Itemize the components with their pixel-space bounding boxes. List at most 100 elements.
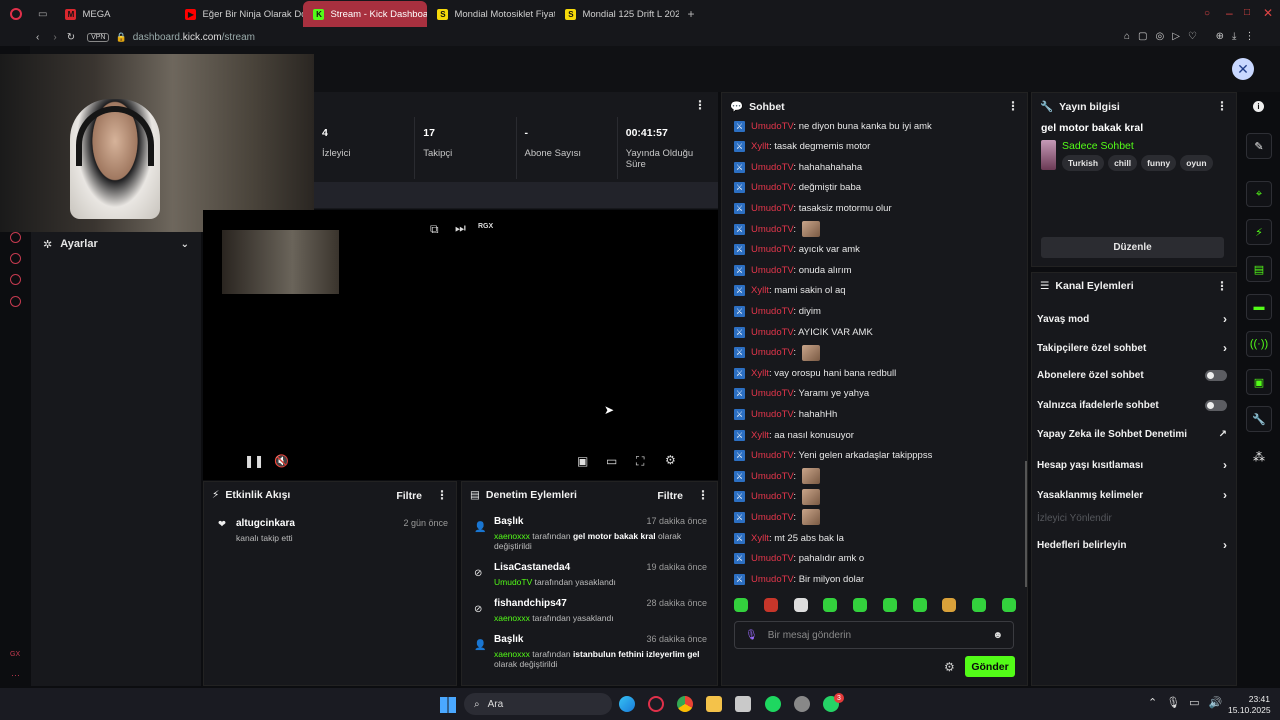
folder-icon[interactable] — [706, 696, 722, 712]
tab-islands-icon[interactable]: ▭ — [38, 9, 47, 20]
chat-message[interactable]: ⚔ UmudoTV: değmiştir baba — [734, 178, 861, 198]
channel-action-row[interactable]: Hedefleri belirleyin › — [1037, 538, 1227, 552]
player-settings-icon[interactable]: ⚙ — [665, 453, 676, 467]
vpn-badge[interactable]: VPN — [87, 32, 110, 42]
channel-action-row[interactable]: Hesap yaşı kısıtlaması › — [1037, 458, 1227, 472]
chat-username[interactable]: UmudoTV — [751, 347, 793, 358]
channel-actions-menu-icon[interactable]: ⋮ — [1216, 279, 1228, 293]
popout-icon[interactable]: ⧉ — [430, 222, 439, 237]
channel-action-row[interactable]: Yasaklanmış kelimeler › — [1037, 488, 1227, 502]
taskbar-search[interactable]: ⌕ Ara — [464, 693, 612, 715]
moderation-item[interactable]: 👤 Başlık 17 dakika önce xaenoxxx tarafından… — [474, 516, 707, 554]
settings-app-icon[interactable] — [794, 696, 810, 712]
gx-icon[interactable]: GX — [10, 651, 20, 658]
emote-icon[interactable] — [882, 598, 897, 612]
chat-message[interactable]: ⚔ UmudoTV: Yaramı ye yahya — [734, 384, 869, 404]
toggle-switch[interactable] — [1205, 370, 1227, 381]
stream-tag[interactable]: oyun — [1180, 155, 1213, 171]
chevron-right-icon[interactable]: › — [1223, 312, 1227, 326]
stats-menu-icon[interactable]: ⋮ — [694, 98, 706, 112]
emoji-picker-icon[interactable]: ☻ — [992, 630, 1003, 641]
opera-gx-icon[interactable] — [648, 696, 664, 712]
info-icon[interactable]: i — [1253, 101, 1264, 112]
moderation-item[interactable]: ⊘ fishandchips47 28 dakika önce xaenoxxx ta… — [474, 598, 707, 626]
chat-message[interactable]: ⚔ UmudoTV: — [734, 466, 821, 486]
url-field[interactable]: dashboard.kick.com/stream — [133, 32, 255, 43]
chat-message[interactable]: ⚔ Xyllt: mami sakin ol aq — [734, 281, 846, 301]
tray-icons[interactable]: ⌃🎙▭🔊 — [1148, 696, 1231, 709]
chat-username[interactable]: UmudoTV — [751, 409, 793, 420]
rail-clock-icon[interactable] — [10, 253, 21, 264]
new-tab-icon[interactable]: + — [687, 7, 694, 21]
forward-icon[interactable]: › — [53, 32, 56, 43]
moderation-menu-icon[interactable]: ⋮ — [697, 488, 709, 502]
chat-username[interactable]: UmudoTV — [751, 450, 793, 461]
back-icon[interactable]: ‹ — [36, 32, 39, 43]
moderation-actor[interactable]: xaenoxxx — [494, 531, 530, 541]
chat-scrollbar[interactable] — [1025, 461, 1027, 587]
emote-icon[interactable] — [793, 598, 808, 612]
clock[interactable]: 23:41 15.10.2025 — [1228, 694, 1271, 716]
toggle-switch[interactable] — [1205, 400, 1227, 411]
chat-message[interactable]: ⚔ UmudoTV: pahalıdır amk o — [734, 549, 864, 569]
rail-node-icon[interactable] — [10, 274, 21, 285]
chat-message[interactable]: ⚔ UmudoTV: — [734, 219, 821, 239]
more-icon[interactable]: ··· — [11, 670, 20, 680]
emote-icon[interactable] — [972, 598, 987, 612]
moderation-actor[interactable]: xaenoxxx — [494, 613, 530, 623]
moderation-actor[interactable]: xaenoxxx — [494, 649, 530, 659]
chat-username[interactable]: UmudoTV — [751, 203, 793, 214]
stream-tag[interactable]: funny — [1141, 155, 1177, 171]
broadcast-icon[interactable]: ((·)) — [1246, 331, 1272, 357]
chat-message[interactable]: ⚔ Xyllt: tasak degmemis motor — [734, 137, 870, 157]
theater-icon[interactable]: ▭ — [606, 454, 617, 468]
chat-message[interactable]: ⚔ UmudoTV: ayıcık var amk — [734, 240, 860, 260]
chat-username[interactable]: UmudoTV — [751, 327, 793, 338]
close-window-icon[interactable]: ✕ — [1263, 6, 1273, 20]
moderation-item[interactable]: 👤 Başlık 36 dakika önce xaenoxxx tarafından… — [474, 634, 707, 670]
chat-username[interactable]: Xyllt — [751, 285, 769, 296]
minimize-icon[interactable]: – — [1226, 6, 1233, 20]
chat-input[interactable]: 🎙 Bir mesaj gönderin ☻ — [734, 621, 1014, 649]
browser-tab[interactable]: S Mondial 125 Drift L 2024 — [555, 1, 679, 27]
chat-username[interactable]: UmudoTV — [751, 574, 793, 585]
browser-tab[interactable]: ▶ Eğer Bir Ninja Olarak Doğ — [175, 1, 303, 27]
category-name[interactable]: Sadece Sohbet — [1062, 140, 1227, 152]
stream-player[interactable]: ⧉ ⏭ RGX ➤ ❚❚ 🔇 ▣ ▭ ⛶ ⚙ — [203, 210, 718, 480]
chat-menu-icon[interactable]: ⋮ — [1007, 99, 1019, 113]
chat-username[interactable]: Xyllt — [751, 430, 769, 441]
miniplayer-icon[interactable]: ▣ — [577, 454, 588, 468]
moderation-actor[interactable]: UmudoTV — [494, 577, 532, 587]
chat-message[interactable]: ⚔ UmudoTV: diyim — [734, 301, 821, 321]
emote-icon[interactable] — [823, 598, 838, 612]
chat-message[interactable]: ⚔ UmudoTV: hahahahahaha — [734, 157, 862, 177]
chat-message[interactable]: ⚔ UmudoTV: ne diyon buna kanka bu iyi amk — [734, 116, 932, 136]
chrome-icon[interactable] — [677, 696, 693, 712]
chat-username[interactable]: UmudoTV — [751, 224, 793, 235]
chat-icon[interactable]: ▬ — [1246, 294, 1272, 320]
search-tabs-icon[interactable]: ○ — [1204, 8, 1210, 19]
emote-icon[interactable] — [912, 598, 927, 612]
edge-icon[interactable] — [619, 696, 635, 712]
layout-icon[interactable]: ▣ — [1246, 369, 1272, 395]
chat-message[interactable]: ⚔ UmudoTV: — [734, 487, 821, 507]
stream-tag[interactable]: Turkish — [1062, 155, 1105, 171]
chat-username[interactable]: UmudoTV — [751, 265, 793, 276]
channel-action-row[interactable]: Abonelere özel sohbet — [1037, 370, 1227, 381]
activity-menu-icon[interactable]: ⋮ — [436, 488, 448, 502]
chat-message[interactable]: ⚔ Xyllt: vay orospu hani bana redbull — [734, 363, 896, 383]
windows-start-icon[interactable] — [440, 697, 456, 713]
chat-settings-icon[interactable]: ⚙ — [944, 660, 955, 674]
chat-message[interactable]: ⚔ UmudoTV: tasaksiz motormu olur — [734, 198, 892, 218]
chat-message[interactable]: ⚔ UmudoTV: hahahHh — [734, 404, 837, 424]
app-icon[interactable] — [735, 696, 751, 712]
rail-settings-icon[interactable] — [10, 296, 21, 307]
chat-message[interactable]: ⚔ UmudoTV: AYICIK VAR AMK — [734, 322, 873, 342]
activity-item[interactable]: ❤ altugcinkara 2 gün önce kanalı takip etti — [218, 518, 448, 543]
tools-icon[interactable]: 🔧 — [1246, 406, 1272, 432]
chevron-right-icon[interactable]: › — [1223, 341, 1227, 355]
mute-icon[interactable]: 🔇 — [274, 454, 289, 468]
browser-toolbar-icons[interactable]: ⌂▢◎▷♡ ⊕⤓⋮ — [1124, 31, 1262, 42]
lightning-icon[interactable]: ⚡ — [1246, 219, 1272, 245]
emote-icon[interactable] — [853, 598, 868, 612]
